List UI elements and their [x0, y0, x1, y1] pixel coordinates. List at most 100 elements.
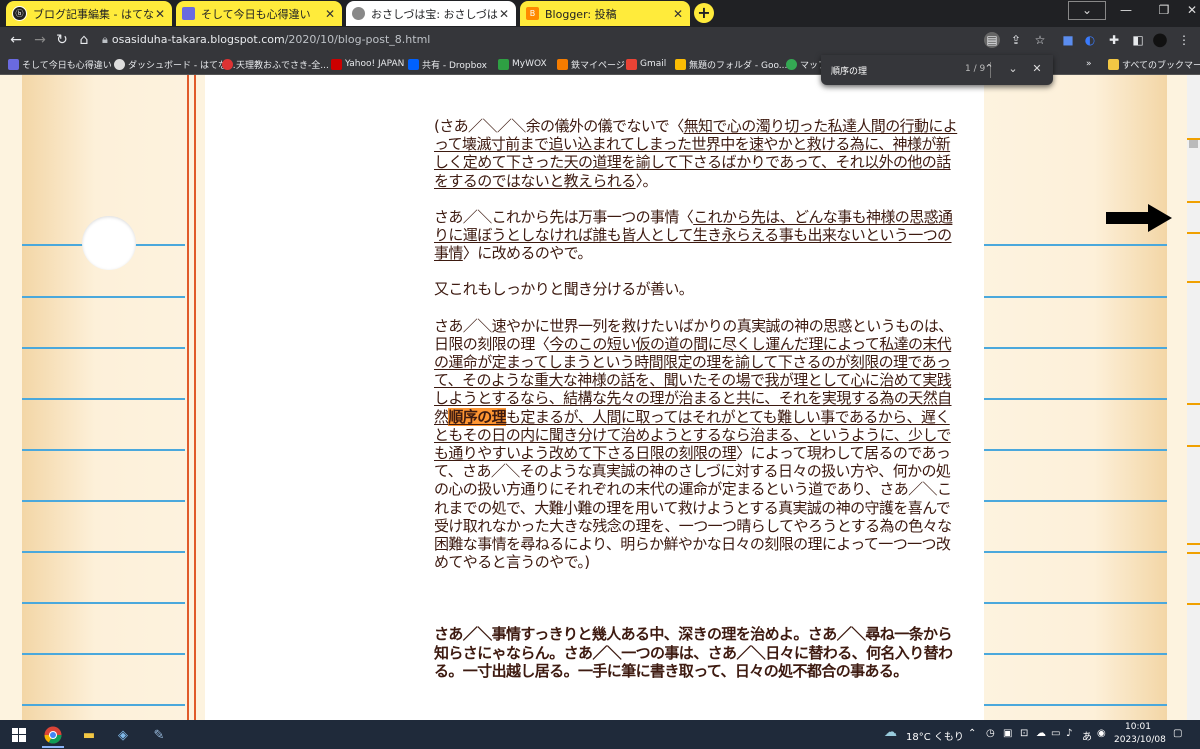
home-button[interactable]: ⌂ — [74, 31, 94, 49]
app-taskbar-icon[interactable]: ✎ — [148, 724, 170, 746]
bookmark-item[interactable]: 鉄マイページ — [557, 57, 625, 71]
bookmark-item[interactable]: MyWOX — [498, 57, 547, 71]
close-window-button[interactable]: ✕ — [1174, 0, 1200, 20]
close-icon[interactable]: ✕ — [498, 7, 510, 21]
profile-avatar[interactable]: ● — [1152, 31, 1168, 49]
ime-indicator[interactable]: あ — [1082, 728, 1092, 743]
lock-icon: 🔒︎ — [102, 33, 108, 46]
all-bookmarks-folder[interactable]: すべてのブックマーク — [1108, 57, 1200, 71]
side-panel-icon[interactable]: ◧ — [1130, 32, 1146, 48]
network-icon[interactable]: ▭ — [1051, 728, 1060, 739]
tab-strip: ⓑ ブログ記事編集 - はてなブログ ✕ そして今日も心得違い ✕ おさしづは宝… — [0, 0, 1200, 27]
paragraph: さあ／＼これから先は万事一つの事情〈これから先は、どんな事も神様の思惑通りに運ぼ… — [434, 207, 953, 263]
chrome-taskbar-icon[interactable] — [42, 724, 64, 748]
share-icon[interactable]: ⇪ — [1008, 32, 1024, 48]
close-icon[interactable]: ✕ — [324, 7, 336, 21]
paragraph: さあ／＼速やかに世界一列を救けたいばかりの真実誠の神の思惑というものは、日限の刻… — [434, 316, 953, 572]
ruled-line — [22, 602, 185, 604]
find-marker — [1187, 445, 1200, 447]
clock-time[interactable]: 10:01 — [1125, 722, 1151, 732]
cloud-sync-icon[interactable]: ☁ — [1036, 728, 1046, 739]
tray-app-icon[interactable]: ▣ — [1003, 728, 1012, 739]
bookmark-item[interactable]: Yahoo! JAPAN — [331, 57, 404, 71]
paragraph: (さあ／＼／＼余の儀外の儀でないで〈無知で心の濁り切った私達人間の行動によって壊… — [434, 117, 958, 190]
extensions-icon[interactable]: ✚ — [1106, 32, 1122, 48]
cloud-icon: ☁ — [884, 725, 897, 740]
back-button[interactable]: ← — [6, 31, 26, 49]
find-previous-button[interactable]: ⌃ — [982, 62, 996, 76]
tray-app-icon[interactable]: ◷ — [986, 728, 995, 739]
ruled-line — [984, 449, 1167, 451]
ruled-line — [22, 449, 185, 451]
web-page: (さあ／＼／＼余の儀外の儀でないで〈無知で心の濁り切った私達人間の行動によって壊… — [0, 75, 1187, 720]
ruled-line — [22, 398, 185, 400]
bookmark-item[interactable]: そして今日も心得違い — [8, 57, 112, 71]
menu-icon[interactable]: ⋮ — [1176, 32, 1192, 48]
bookmark-item[interactable]: 無題のフォルダ - Goo... — [675, 57, 787, 71]
dropbox-icon — [408, 58, 419, 70]
tab-blogger[interactable]: B Blogger: 投稿 ✕ — [520, 1, 690, 26]
ruled-line — [984, 244, 1167, 246]
scrollbar-thumb[interactable] — [1189, 139, 1198, 148]
ruled-line — [984, 398, 1167, 400]
bookmark-item[interactable]: 天理教おふでさき-全... — [222, 57, 329, 71]
tab-search-button[interactable]: ⌄ — [1068, 1, 1106, 20]
bookmark-item[interactable]: Gmail — [626, 57, 666, 71]
bookmark-item[interactable]: 共有 - Dropbox — [408, 57, 487, 71]
file-explorer-icon[interactable]: ▬ — [78, 724, 100, 746]
tab-label: そして今日も心得違い — [201, 7, 311, 21]
windows-start-icon[interactable] — [8, 724, 30, 746]
ruled-line — [22, 551, 185, 553]
gmail-icon — [626, 58, 637, 70]
url-path: /2020/10/blog-post_8.html — [284, 33, 431, 46]
extension-chat-icon[interactable]: ■ — [1060, 32, 1076, 48]
find-marker — [1187, 201, 1200, 203]
tab-label: Blogger: 投稿 — [545, 7, 617, 21]
folder-icon — [1108, 58, 1119, 70]
forward-button[interactable]: → — [30, 31, 50, 49]
osashizu-quote: さあ／＼事情すっきりと幾人ある中、深きの理を治めよ。さあ／＼尋ね一条から知らさに… — [434, 625, 953, 680]
new-tab-button[interactable]: + — [694, 3, 714, 23]
tray-app-icon[interactable]: ⊡ — [1020, 728, 1028, 739]
app-taskbar-icon[interactable]: ◈ — [112, 724, 134, 746]
close-icon[interactable]: ✕ — [154, 7, 166, 21]
tray-app-icon[interactable]: ◉ — [1097, 728, 1106, 739]
mywox-icon — [498, 58, 509, 70]
find-next-button[interactable]: ⌄ — [1006, 62, 1020, 76]
bookmark-item[interactable]: ダッシュボード - はてな... — [114, 57, 236, 71]
tab-osashizu[interactable]: おさしづは宝: おさしづは宝 刻限 ✕ — [346, 1, 516, 26]
tab-hatena-edit[interactable]: ⓑ ブログ記事編集 - はてなブログ ✕ — [6, 1, 172, 26]
tray-expand-icon[interactable]: ⌃ — [968, 728, 976, 739]
ruled-line — [22, 296, 185, 298]
volume-icon[interactable]: ♪ — [1066, 728, 1072, 739]
drive-icon — [675, 58, 686, 70]
paragraph: 又これもしっかりと聞き分けるが善い。 — [434, 280, 694, 299]
minimize-button[interactable]: — — [1108, 0, 1144, 20]
find-close-button[interactable]: ✕ — [1030, 62, 1044, 76]
arrow-annotation-icon — [1106, 204, 1172, 232]
weather-text[interactable]: 18°C くもり — [906, 728, 964, 743]
extension-sync-icon[interactable]: ◐ — [1082, 32, 1098, 48]
find-input[interactable]: 順序の理 — [831, 64, 867, 77]
more-bookmarks-button[interactable]: » — [1086, 57, 1092, 71]
star-icon[interactable]: ☆ — [1032, 32, 1048, 48]
yahoo-icon — [331, 58, 342, 70]
find-page-icon[interactable]: ▤ — [984, 32, 1000, 48]
blog-icon — [8, 58, 19, 70]
post-body: (さあ／＼／＼余の儀外の儀でないで〈無知で心の濁り切った私達人間の行動によって壊… — [434, 117, 964, 698]
notification-icon[interactable]: ▢ — [1173, 728, 1182, 739]
binder-hole — [82, 216, 136, 270]
find-marker — [1187, 543, 1200, 545]
page-scrollbar[interactable] — [1187, 75, 1200, 720]
find-marker — [1187, 603, 1200, 605]
clock-date[interactable]: 2023/10/08 — [1114, 735, 1166, 745]
ruled-line — [22, 653, 185, 655]
close-icon[interactable]: ✕ — [672, 7, 684, 21]
tab-kokoroechigai[interactable]: そして今日も心得違い ✕ — [176, 1, 342, 26]
post-content: (さあ／＼／＼余の儀外の儀でないで〈無知で心の濁り切った私達人間の行動によって壊… — [205, 75, 984, 720]
url-host: osasiduha-takara.blogspot.com — [111, 33, 285, 46]
ruled-line — [984, 653, 1167, 655]
ruled-line — [22, 500, 185, 502]
address-bar[interactable]: 🔒︎ osasiduha-takara.blogspot.com/2020/10/… — [102, 33, 430, 47]
reload-button[interactable]: ↻ — [52, 31, 72, 49]
